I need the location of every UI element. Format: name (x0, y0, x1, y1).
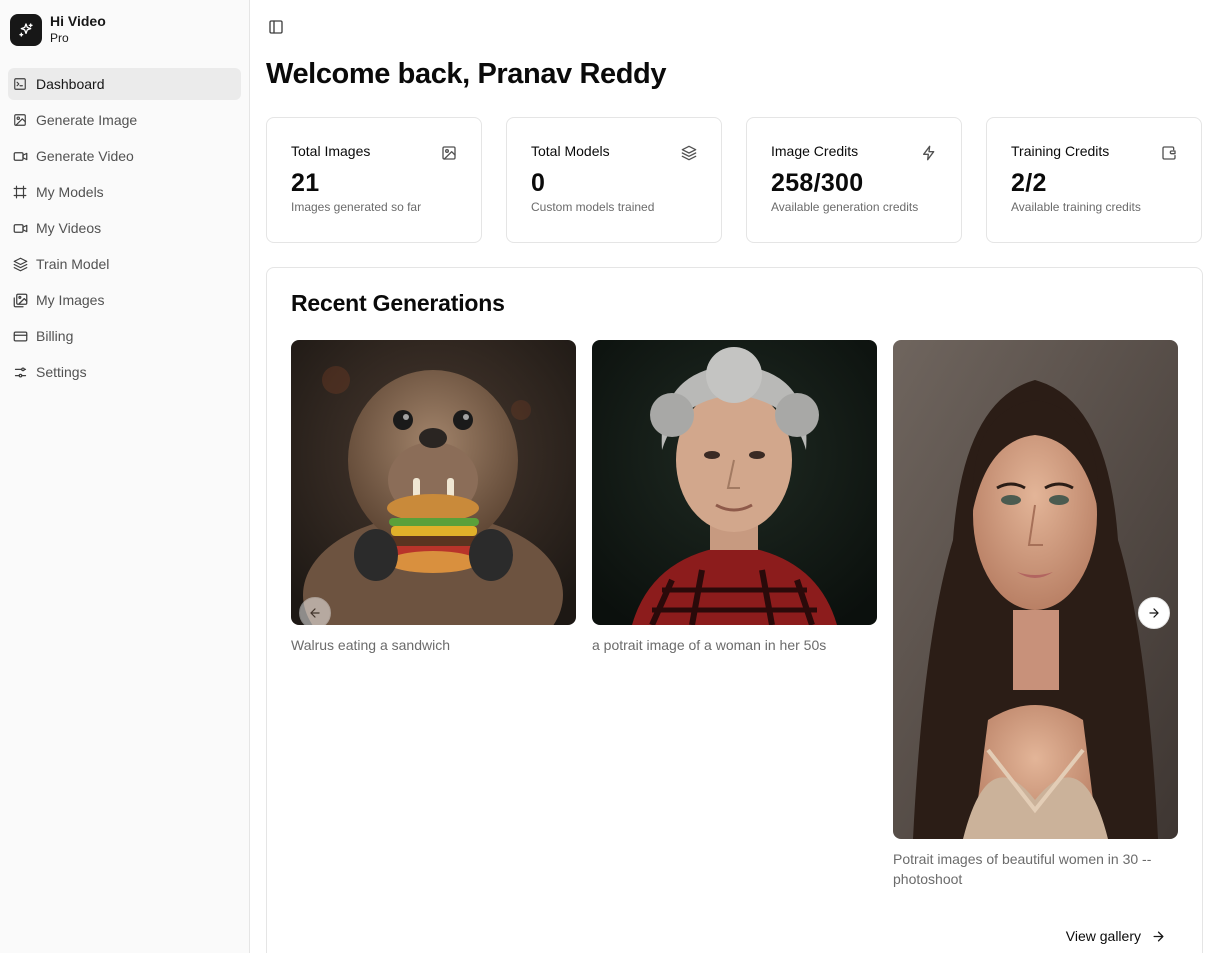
older-woman-portrait-image (592, 340, 877, 625)
recent-generations-card: Recent Generations Walrus eating a sandw… (266, 267, 1203, 953)
sidebar-item-label: Billing (36, 328, 74, 344)
sidebar-item-train-model[interactable]: Train Model (8, 248, 241, 280)
generations-carousel: Walrus eating a sandwich a potrait image… (291, 340, 1178, 889)
stats-grid: Total Images 21 Images generated so far … (266, 117, 1203, 243)
generation-caption: Potrait images of beautiful women in 30 … (893, 851, 1152, 887)
settings-icon (12, 364, 28, 380)
stat-card-image-credits: Image Credits 258/300 Available generati… (746, 117, 962, 243)
sidebar-item-my-images[interactable]: My Images (8, 284, 241, 316)
image-icon (441, 145, 457, 161)
brand-name: Hi Video (50, 13, 106, 29)
stat-value: 258/300 (771, 169, 864, 197)
page-title: Welcome back, Pranav Reddy (266, 58, 667, 90)
video-icon (12, 220, 28, 236)
wallet-icon (1161, 145, 1177, 161)
sidebar-item-billing[interactable]: Billing (8, 320, 241, 352)
sidebar-nav: Dashboard Generate Image Generate Video … (8, 68, 241, 388)
stat-value: 0 (531, 169, 546, 197)
arrow-right-icon (1149, 608, 1159, 618)
generation-caption: Walrus eating a sandwich (291, 637, 451, 653)
video-icon (12, 148, 28, 164)
sidebar-item-label: My Videos (36, 220, 102, 236)
generation-item[interactable]: Potrait images of beautiful women in 30 … (893, 340, 1178, 889)
stat-subtext: Images generated so far (291, 200, 422, 214)
sidebar-item-label: My Models (36, 184, 104, 200)
frame-icon (12, 184, 28, 200)
walrus-image (291, 340, 576, 625)
view-gallery-link[interactable]: View gallery (1066, 928, 1166, 944)
sidebar-item-label: Generate Video (36, 148, 134, 164)
stat-label: Total Images (291, 143, 371, 159)
sidebar-item-dashboard[interactable]: Dashboard (8, 68, 241, 100)
view-gallery-label: View gallery (1065, 928, 1141, 944)
credit-card-icon (12, 328, 28, 344)
sidebar-item-label: My Images (36, 292, 105, 308)
sparkles-icon (10, 14, 42, 46)
terminal-icon (12, 76, 28, 92)
stat-card-training-credits: Training Credits 2/2 Available training … (986, 117, 1202, 243)
app: Hi Video Pro Dashboard Generate Image Ge… (0, 0, 1215, 953)
topbar (266, 0, 1203, 54)
young-woman-portrait-image (893, 340, 1178, 839)
stat-label: Training Credits (1011, 143, 1110, 159)
sidebar-item-label: Settings (36, 364, 87, 380)
brand[interactable]: Hi Video Pro (8, 0, 241, 56)
layers-icon (681, 145, 697, 161)
carousel-next-button[interactable] (1138, 597, 1170, 629)
stat-subtext: Custom models trained (531, 200, 655, 214)
stat-card-total-images: Total Images 21 Images generated so far (266, 117, 482, 243)
arrow-left-icon (310, 608, 320, 618)
image-icon (12, 112, 28, 128)
sidebar-item-my-videos[interactable]: My Videos (8, 212, 241, 244)
main-content: Welcome back, Pranav Reddy Total Images … (250, 0, 1215, 953)
stat-label: Image Credits (771, 143, 859, 159)
carousel-previous-button[interactable] (299, 597, 331, 625)
brand-plan: Pro (50, 31, 69, 45)
sidebar-item-label: Dashboard (36, 76, 105, 92)
sidebar-item-my-models[interactable]: My Models (8, 176, 241, 208)
generation-caption: a potrait image of a woman in her 50s (592, 637, 827, 653)
stat-subtext: Available training credits (1011, 200, 1141, 214)
stat-value: 2/2 (1011, 169, 1047, 197)
section-title: Recent Generations (291, 290, 505, 316)
sidebar: Hi Video Pro Dashboard Generate Image Ge… (0, 0, 250, 953)
sidebar-item-label: Generate Image (36, 112, 138, 128)
stat-card-total-models: Total Models 0 Custom models trained (506, 117, 722, 243)
layers-icon (12, 256, 28, 272)
stat-subtext: Available generation credits (771, 200, 919, 214)
sidebar-item-label: Train Model (36, 256, 110, 272)
zap-icon (921, 145, 937, 161)
sidebar-item-generate-video[interactable]: Generate Video (8, 140, 241, 172)
sidebar-toggle-icon[interactable] (268, 19, 284, 35)
sidebar-item-settings[interactable]: Settings (8, 356, 241, 388)
generation-item[interactable]: a potrait image of a woman in her 50s (592, 340, 877, 889)
stat-label: Total Models (531, 143, 610, 159)
stat-value: 21 (291, 169, 320, 197)
sidebar-item-generate-image[interactable]: Generate Image (8, 104, 241, 136)
generation-item[interactable]: Walrus eating a sandwich (291, 340, 576, 889)
arrow-right-icon (1151, 929, 1166, 944)
images-icon (12, 292, 28, 308)
